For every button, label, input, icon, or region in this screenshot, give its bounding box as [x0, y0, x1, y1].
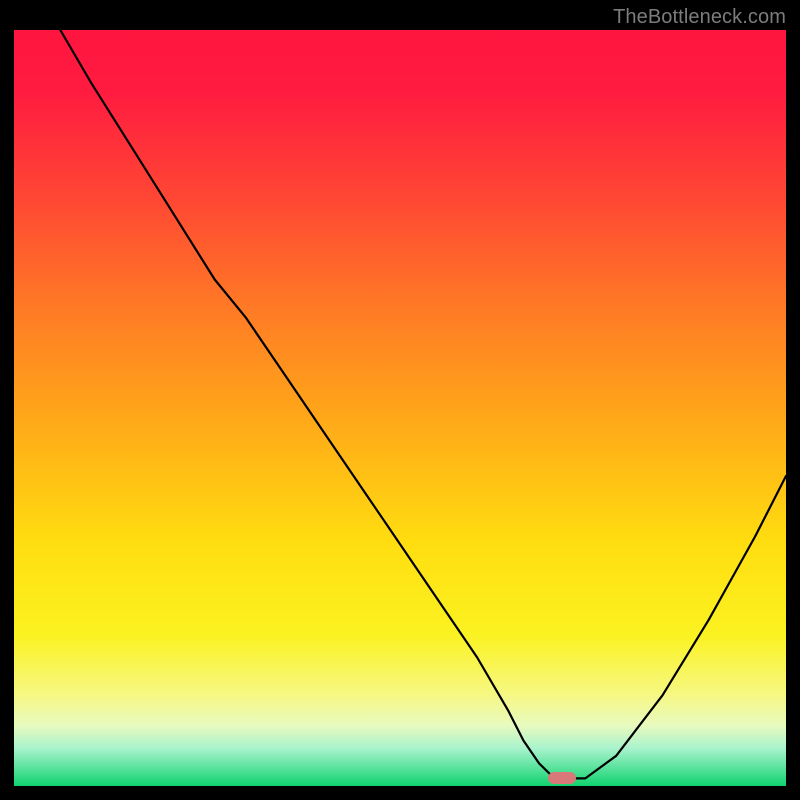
plot-area — [14, 30, 786, 786]
bottleneck-curve — [14, 30, 786, 786]
watermark-text: TheBottleneck.com — [613, 6, 786, 29]
chart-frame: TheBottleneck.com — [0, 0, 800, 800]
optimal-marker — [548, 772, 576, 784]
